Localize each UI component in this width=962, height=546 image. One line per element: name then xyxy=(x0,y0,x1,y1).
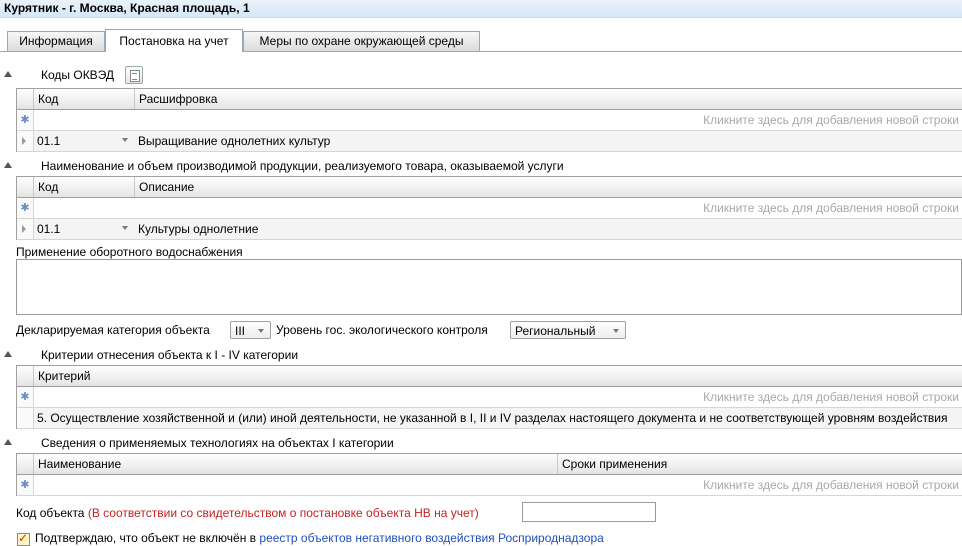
new-row-hint[interactable]: Кликните здесь для добавления новой стро… xyxy=(703,475,959,495)
document-icon[interactable] xyxy=(125,66,143,84)
tab-information[interactable]: Информация xyxy=(7,31,105,51)
confirm-checkbox[interactable] xyxy=(17,531,30,546)
table-row[interactable]: 5. Осуществление хозяйственной и (или) и… xyxy=(17,408,962,429)
section-okved[interactable]: Коды ОКВЭД xyxy=(4,67,114,83)
column-header-period[interactable]: Сроки применения xyxy=(557,454,962,474)
control-level-select[interactable]: Региональный xyxy=(510,321,626,339)
chevron-down-icon xyxy=(613,329,619,333)
section-technologies[interactable]: Сведения о применяемых технологиях на об… xyxy=(4,435,394,451)
new-row-star-icon: ✱ xyxy=(17,198,34,218)
dropdown-arrow-icon[interactable] xyxy=(122,138,128,142)
water-label: Применение оборотного водоснабжения xyxy=(16,245,243,259)
object-code-note: (В соответствии со свидетельством о пост… xyxy=(87,506,479,520)
row-pointer-icon xyxy=(22,225,26,233)
row-pointer-icon xyxy=(22,137,26,145)
registry-link[interactable]: реестр объектов негативного воздействия … xyxy=(259,531,603,545)
column-header-description[interactable]: Описание xyxy=(134,177,959,197)
tab-environment-measures[interactable]: Меры по охране окружающей среды xyxy=(243,31,480,51)
collapse-triangle-icon[interactable] xyxy=(4,351,12,357)
section-products[interactable]: Наименование и объем производимой продук… xyxy=(4,158,564,174)
new-row-star-icon: ✱ xyxy=(17,387,34,407)
collapse-triangle-icon[interactable] xyxy=(4,162,12,168)
grid-header: Наименование Сроки применения xyxy=(17,454,962,475)
criteria-grid: Критерий ✱ Кликните здесь для добавления… xyxy=(16,365,962,429)
object-code-input[interactable] xyxy=(522,502,656,522)
control-level-label: Уровень гос. экологического контроля xyxy=(276,323,488,337)
column-header-code[interactable]: Код xyxy=(33,177,131,197)
section-criteria-title: Критерии отнесения объекта к I - IV кате… xyxy=(41,348,299,362)
category-value: III xyxy=(235,324,246,338)
new-row-star-icon: ✱ xyxy=(17,475,34,495)
collapse-triangle-icon[interactable] xyxy=(4,439,12,445)
column-header-name[interactable]: Наименование xyxy=(33,454,558,474)
window-titlebar: Курятник - г. Москва, Красная площадь, 1 xyxy=(0,0,962,18)
tab-registration[interactable]: Постановка на учет xyxy=(105,29,243,52)
cell-description[interactable]: Культуры однолетние xyxy=(134,219,258,239)
cell-code[interactable]: 01.1 xyxy=(33,219,130,239)
section-okved-title: Коды ОКВЭД xyxy=(41,68,115,82)
object-code-label: Код объекта (В соответствии со свидетель… xyxy=(16,506,479,520)
cell-criterion[interactable]: 5. Осуществление хозяйственной и (или) и… xyxy=(33,408,948,428)
new-row[interactable]: ✱ Кликните здесь для добавления новой ст… xyxy=(17,387,962,408)
chevron-down-icon xyxy=(258,329,264,333)
new-row[interactable]: ✱ Кликните здесь для добавления новой ст… xyxy=(17,110,962,131)
cell-code[interactable]: 01.1 xyxy=(33,131,130,151)
confirm-label: Подтверждаю, что объект не включён в рее… xyxy=(35,531,604,545)
new-row-hint[interactable]: Кликните здесь для добавления новой стро… xyxy=(703,110,959,130)
collapse-triangle-icon[interactable] xyxy=(4,71,12,77)
control-level-value: Региональный xyxy=(515,324,596,338)
section-products-title: Наименование и объем производимой продук… xyxy=(41,159,564,173)
grid-header: Код Описание xyxy=(17,177,962,198)
column-header-criterion[interactable]: Критерий xyxy=(33,366,958,386)
table-row[interactable]: 01.1 Выращивание однолетних культур xyxy=(17,131,962,152)
cell-description[interactable]: Выращивание однолетних культур xyxy=(134,131,330,151)
tab-strip: Информация Постановка на учет Меры по ох… xyxy=(0,29,962,52)
window-title: Курятник - г. Москва, Красная площадь, 1 xyxy=(4,1,250,15)
water-textarea[interactable] xyxy=(16,259,962,315)
column-header-description[interactable]: Расшифровка xyxy=(134,89,959,109)
technologies-grid: Наименование Сроки применения ✱ Кликните… xyxy=(16,453,962,496)
okved-grid: Код Расшифровка ✱ Кликните здесь для доб… xyxy=(16,88,962,152)
section-criteria[interactable]: Критерии отнесения объекта к I - IV кате… xyxy=(4,347,298,363)
new-row[interactable]: ✱ Кликните здесь для добавления новой ст… xyxy=(17,475,962,496)
category-select[interactable]: III xyxy=(230,321,271,339)
table-row[interactable]: 01.1 Культуры однолетние xyxy=(17,219,962,240)
column-header-code[interactable]: Код xyxy=(33,89,131,109)
grid-header: Критерий xyxy=(17,366,962,387)
grid-header: Код Расшифровка xyxy=(17,89,962,110)
new-row-hint[interactable]: Кликните здесь для добавления новой стро… xyxy=(703,387,959,407)
section-technologies-title: Сведения о применяемых технологиях на об… xyxy=(41,436,394,450)
new-row-hint[interactable]: Кликните здесь для добавления новой стро… xyxy=(703,198,959,218)
products-grid: Код Описание ✱ Кликните здесь для добавл… xyxy=(16,176,962,240)
category-label: Декларируемая категория объекта xyxy=(16,323,210,337)
new-row-star-icon: ✱ xyxy=(17,110,34,130)
new-row[interactable]: ✱ Кликните здесь для добавления новой ст… xyxy=(17,198,962,219)
dropdown-arrow-icon[interactable] xyxy=(122,226,128,230)
